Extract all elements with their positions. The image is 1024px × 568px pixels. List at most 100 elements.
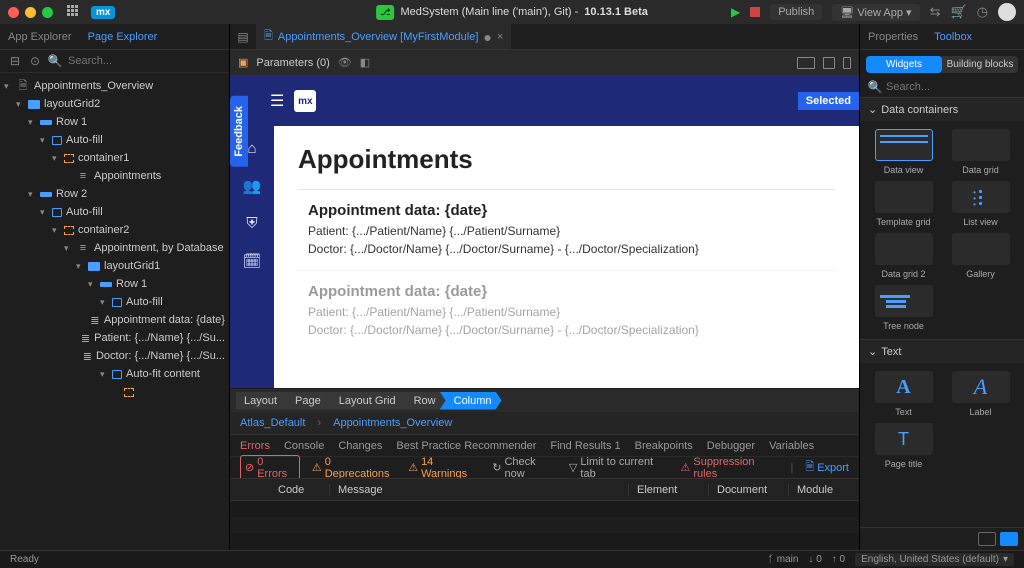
publish-button[interactable]: Publish [770, 4, 822, 20]
shield-icon[interactable]: ⛨ [246, 215, 257, 232]
tree-row[interactable] [0, 383, 229, 401]
run-button[interactable]: ▶ [731, 5, 740, 19]
toggle-icon[interactable]: ◧ [360, 56, 370, 69]
user-avatar[interactable] [998, 3, 1016, 21]
widget-label[interactable]: ALabel [945, 371, 1016, 417]
errors-count[interactable]: ⊘ 0 Errors [240, 455, 300, 481]
tree-row[interactable]: ▾layoutGrid2 [0, 95, 229, 113]
branch-indicator[interactable]: ᚶ main [768, 554, 798, 565]
widget-list-view[interactable]: List view [945, 181, 1016, 227]
tree-row[interactable]: ▾Row 1 [0, 113, 229, 131]
home-icon[interactable]: ⌂ [247, 140, 256, 157]
notification-icon[interactable]: ◷ [977, 4, 988, 20]
hamburger-icon[interactable]: ☰ [270, 91, 284, 111]
bottom-tab[interactable]: Changes [338, 440, 382, 452]
tree-row[interactable]: ≣Doctor: {.../Name} {.../Su... [0, 347, 229, 365]
widget-text[interactable]: AText [868, 371, 939, 417]
section-data-containers[interactable]: ⌄ Data containers [860, 98, 1024, 121]
mode-building-blocks[interactable]: Building blocks [942, 56, 1018, 73]
breadcrumb-item[interactable]: Row [400, 392, 446, 410]
language-selector[interactable]: English, United States (default) ▾ [855, 553, 1014, 566]
bottom-tab[interactable]: Variables [769, 440, 814, 452]
viewport-tablet-icon[interactable] [823, 57, 835, 69]
widget-template-grid[interactable]: Template grid [868, 181, 939, 227]
tab-app-explorer[interactable]: App Explorer [0, 26, 80, 48]
link-icon[interactable]: ⇆ [930, 4, 941, 20]
widget-tree-node[interactable]: Tree node [868, 285, 939, 331]
editor-menu-icon[interactable]: ▤ [230, 30, 256, 44]
close-window-icon[interactable] [8, 7, 19, 18]
editor-tab[interactable]: 🗎 Appointments_Overview [MyFirstModule] … [256, 24, 511, 49]
bottom-tab[interactable]: Find Results 1 [550, 440, 620, 452]
toolbox-search-input[interactable] [886, 81, 1024, 93]
tree-row[interactable]: ▾Row 2 [0, 185, 229, 203]
incoming-count[interactable]: ↓ 0 [808, 554, 821, 565]
viewport-phone-icon[interactable] [843, 57, 851, 69]
tab-toolbox[interactable]: Toolbox [926, 26, 980, 48]
feedback-tab[interactable]: Feedback [230, 96, 248, 167]
widget-data-grid[interactable]: Data grid [945, 129, 1016, 175]
tree-row[interactable]: ≣Appointment data: {date} [0, 311, 229, 329]
viewport-desktop-icon[interactable] [797, 57, 815, 69]
outgoing-count[interactable]: ↑ 0 [832, 554, 845, 565]
col-element[interactable]: Element [629, 484, 709, 496]
tree-row[interactable]: ▾Auto-fill [0, 131, 229, 149]
cart-icon[interactable]: 🛒 [950, 4, 966, 20]
bottom-tab[interactable]: Best Practice Recommender [396, 440, 536, 452]
view-app-button[interactable]: 🖥 View App ▾ [832, 4, 919, 21]
widget-gallery[interactable]: Gallery [945, 233, 1016, 279]
page-link[interactable]: Appointments_Overview [333, 417, 452, 429]
stop-button[interactable] [750, 7, 760, 17]
col-code[interactable]: Code [270, 484, 330, 496]
list-item-card[interactable]: Appointment data: {date}Patient: {.../Pa… [298, 189, 835, 270]
widget-data-view[interactable]: Data view [868, 129, 939, 175]
tree-row[interactable]: ▾🗎Appointments_Overview [0, 77, 229, 95]
tree-row[interactable]: ▾Auto-fill [0, 203, 229, 221]
mode-widgets[interactable]: Widgets [866, 56, 942, 73]
breadcrumb-item[interactable]: Layout Grid [325, 392, 406, 410]
tree-row[interactable]: ▾Row 1 [0, 275, 229, 293]
warnings-count[interactable]: ⚠ 14 Warnings [408, 456, 480, 480]
bottom-tab[interactable]: Console [284, 440, 324, 452]
tree-row[interactable]: ▾container2 [0, 221, 229, 239]
users-icon[interactable]: 👥 [243, 177, 262, 195]
parameters-label[interactable]: Parameters (0) [256, 57, 329, 69]
bottom-tab[interactable]: Errors [240, 440, 270, 452]
tree-row[interactable]: ≣Patient: {.../Name} {.../Su... [0, 329, 229, 347]
tree-row[interactable]: ▾Auto-fit content [0, 365, 229, 383]
tree-row[interactable]: ▾≡Appointment, by Database [0, 239, 229, 257]
list-item-card[interactable]: Appointment data: {date}Patient: {.../Pa… [298, 270, 835, 351]
bottom-tab[interactable]: Breakpoints [635, 440, 693, 452]
bottom-tab[interactable]: Debugger [707, 440, 755, 452]
breadcrumb-item[interactable]: Layout [236, 392, 287, 410]
layout-link[interactable]: Atlas_Default [240, 417, 305, 429]
col-document[interactable]: Document [709, 484, 789, 496]
apps-grid-icon[interactable] [67, 5, 81, 19]
explorer-search-input[interactable] [68, 55, 221, 67]
collapse-icon[interactable]: ⊟ [8, 54, 22, 68]
export-button[interactable]: 🗎 Export [805, 458, 849, 477]
calendar-icon[interactable]: 🗓 [242, 252, 261, 270]
view-list-icon[interactable] [978, 532, 996, 546]
tab-properties[interactable]: Properties [860, 26, 926, 48]
suppression-button[interactable]: ⚠ Suppression rules [680, 456, 778, 480]
limit-tab-button[interactable]: ▽ Limit to current tab [569, 456, 669, 480]
minimize-window-icon[interactable] [25, 7, 36, 18]
target-icon[interactable]: ⊙ [28, 54, 42, 68]
breadcrumb-item[interactable]: Column [440, 392, 502, 410]
visibility-icon[interactable]: 👁 [338, 56, 352, 69]
maximize-window-icon[interactable] [42, 7, 53, 18]
tree-row[interactable]: ≡Appointments [0, 167, 229, 185]
tree-row[interactable]: ▾layoutGrid1 [0, 257, 229, 275]
col-message[interactable]: Message [330, 484, 629, 496]
tree-row[interactable]: ▾container1 [0, 149, 229, 167]
deprecations-count[interactable]: ⚠ 0 Deprecations [312, 456, 396, 480]
tab-page-explorer[interactable]: Page Explorer [80, 26, 166, 48]
check-now-button[interactable]: ↻ Check now [492, 456, 557, 480]
close-tab-icon[interactable]: × [497, 31, 503, 43]
breadcrumb-item[interactable]: Page [281, 392, 331, 410]
col-module[interactable]: Module [789, 484, 859, 496]
section-text[interactable]: ⌄ Text [860, 340, 1024, 363]
widget-page-title[interactable]: TPage title [868, 423, 939, 469]
canvas[interactable]: Feedback ☰ mx Selected ⌂ 👥 ⛨ 🗓 Appointme… [230, 76, 859, 388]
